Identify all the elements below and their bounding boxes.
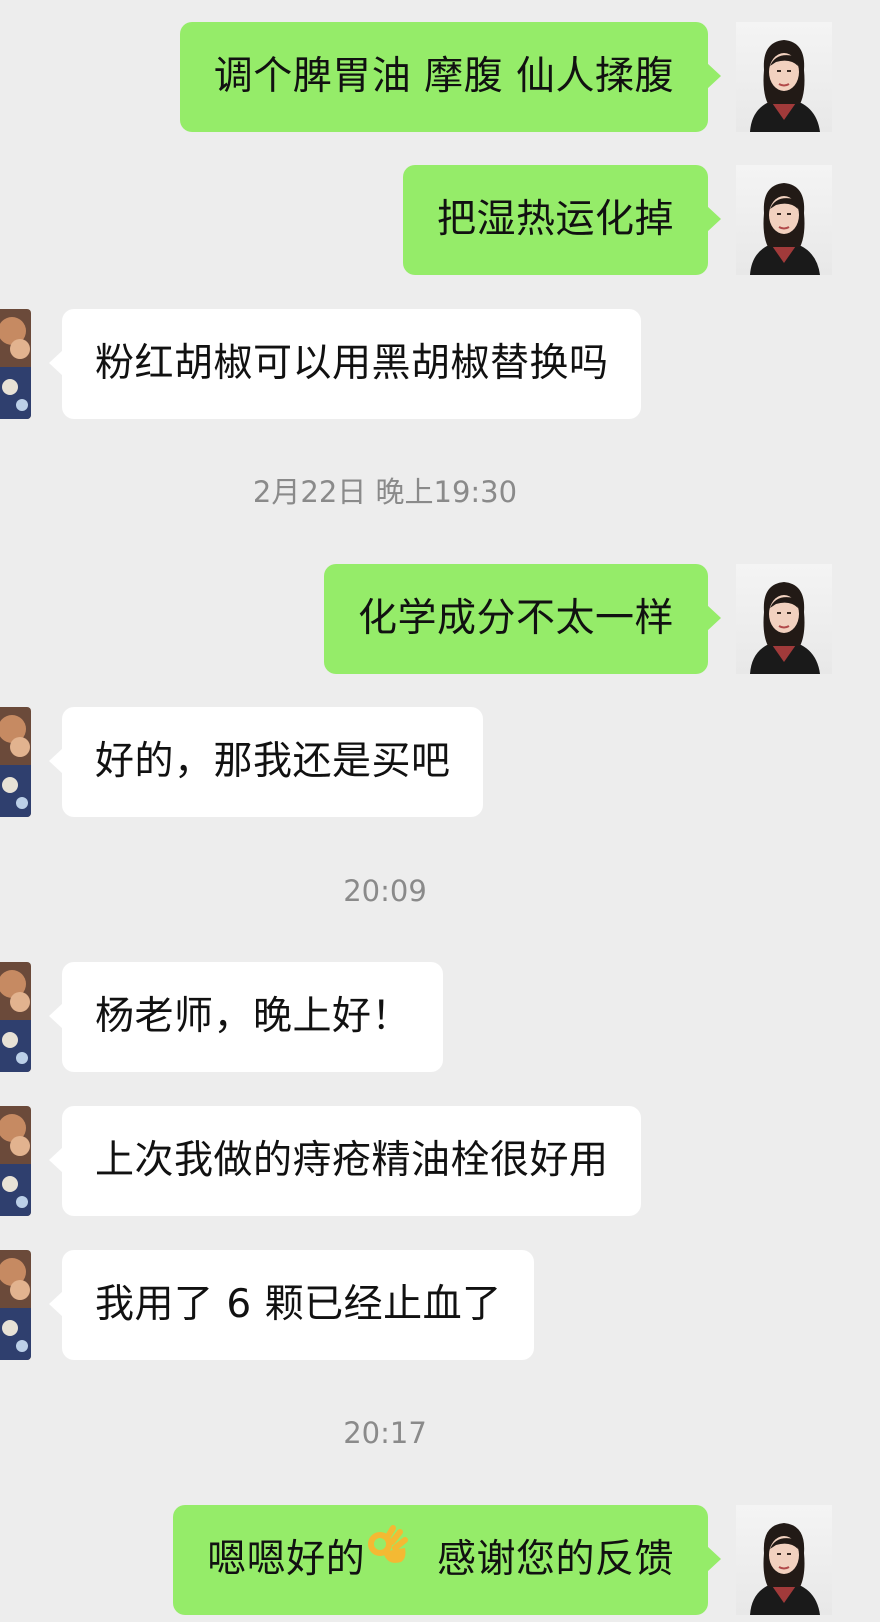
message-bubble-incoming[interactable]: 好的，那我还是买吧: [49, 707, 483, 817]
message-bubble-outgoing[interactable]: 调个脾胃油 摩腹 仙人揉腹: [179, 22, 722, 132]
message-text: 杨老师，晚上好！: [95, 994, 412, 1039]
message-row: 杨老师，晚上好！: [0, 962, 880, 1072]
message-bubble-outgoing[interactable]: 嗯嗯好的 感谢您的反馈: [173, 1503, 721, 1615]
contact-avatar[interactable]: [0, 1250, 31, 1360]
message-row: 嗯嗯好的 感谢您的反馈: [0, 1505, 880, 1615]
message-row: 上次我做的痔疮精油栓很好用: [0, 1106, 880, 1216]
message-text: 把湿热运化掉: [436, 197, 674, 242]
contact-avatar[interactable]: [0, 962, 31, 1072]
message-text: 调个脾胃油 摩腹 仙人揉腹: [213, 54, 674, 99]
message-row: 化学成分不太一样: [0, 564, 880, 674]
message-text: 嗯嗯好的: [207, 1537, 366, 1582]
self-avatar[interactable]: [736, 1505, 832, 1615]
chat-message-list[interactable]: 调个脾胃油 摩腹 仙人揉腹 把湿热运化掉 粉红胡椒可以用黑胡椒替换吗 2月22日…: [0, 0, 880, 1622]
timestamp: 20:17: [343, 1416, 427, 1450]
message-row: 调个脾胃油 摩腹 仙人揉腹: [0, 22, 880, 132]
message-bubble-incoming[interactable]: 上次我做的痔疮精油栓很好用: [49, 1106, 641, 1216]
message-row: 我用了 6 颗已经止血了: [0, 1250, 880, 1360]
message-bubble-incoming[interactable]: 粉红胡椒可以用黑胡椒替换吗: [49, 309, 641, 419]
message-text: 化学成分不太一样: [357, 596, 674, 641]
self-avatar[interactable]: [736, 165, 832, 275]
message-row: 粉红胡椒可以用黑胡椒替换吗: [0, 309, 880, 419]
self-avatar[interactable]: [736, 22, 832, 132]
message-text: 好的，那我还是买吧: [95, 739, 451, 784]
message-row: 把湿热运化掉: [0, 165, 880, 275]
message-bubble-incoming[interactable]: 我用了 6 颗已经止血了: [49, 1250, 534, 1360]
message-row: 好的，那我还是买吧: [0, 707, 880, 817]
message-text: 我用了 6 颗已经止血了: [95, 1282, 502, 1327]
message-bubble-outgoing[interactable]: 化学成分不太一样: [323, 564, 722, 674]
message-text: 上次我做的痔疮精油栓很好用: [95, 1138, 609, 1183]
timestamp: 20:09: [343, 874, 427, 908]
timestamp: 2月22日 晚上19:30: [252, 475, 518, 509]
contact-avatar[interactable]: [0, 1106, 31, 1216]
message-bubble-incoming[interactable]: 杨老师，晚上好！: [48, 962, 444, 1072]
message-bubble-outgoing[interactable]: 把湿热运化掉: [402, 165, 722, 275]
message-text: 感谢您的反馈: [411, 1537, 674, 1582]
message-text: 粉红胡椒可以用黑胡椒替换吗: [95, 341, 609, 386]
contact-avatar[interactable]: [0, 707, 31, 817]
contact-avatar[interactable]: [0, 309, 31, 419]
ok-hand-emoji-icon: [365, 1503, 411, 1613]
self-avatar[interactable]: [736, 564, 832, 674]
